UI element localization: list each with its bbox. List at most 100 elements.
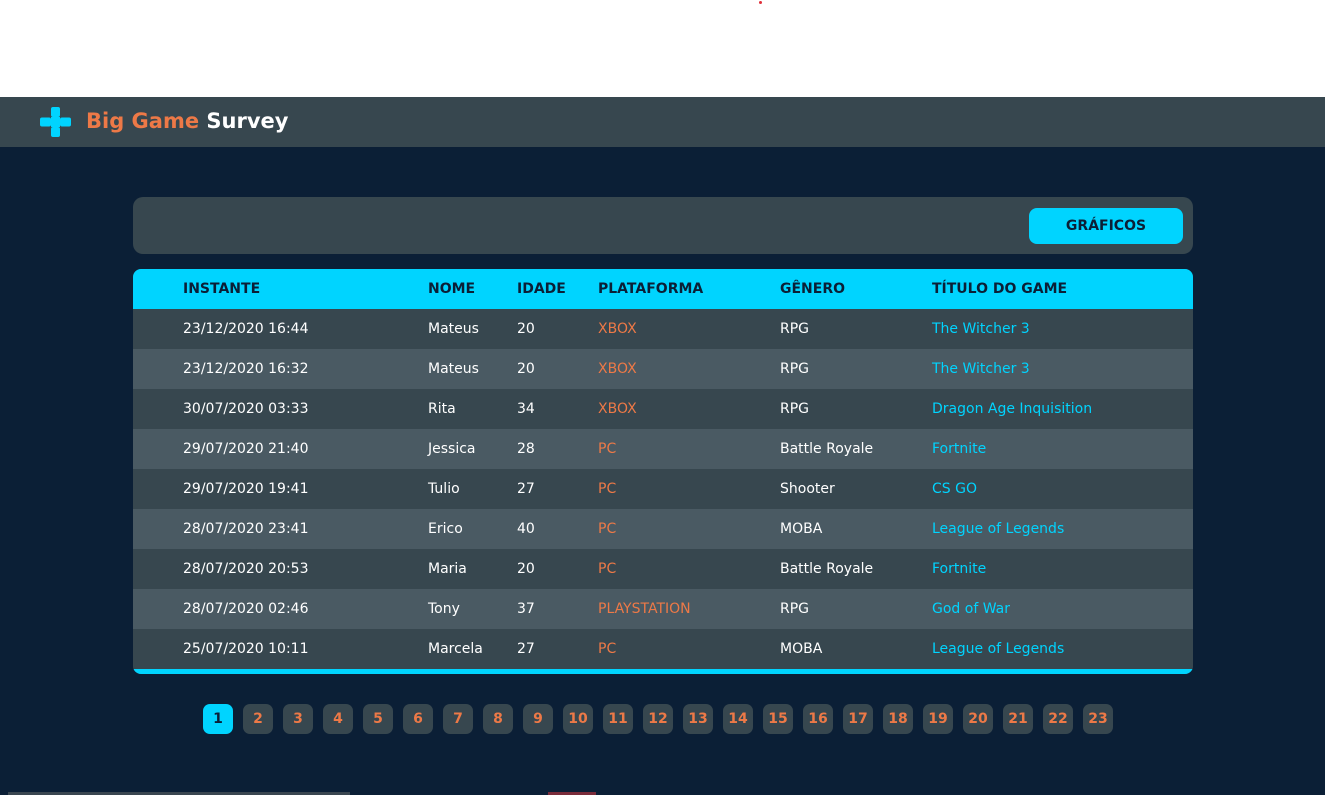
page-button-2[interactable]: 2 bbox=[243, 704, 273, 734]
table-row: 25/07/2020 10:11 Marcela 27 PC MOBA Leag… bbox=[133, 629, 1193, 669]
cell-plataforma: PC bbox=[598, 641, 617, 657]
page-button-22[interactable]: 22 bbox=[1043, 704, 1073, 734]
page-button-1[interactable]: 1 bbox=[203, 704, 233, 734]
red-dot bbox=[759, 1, 762, 4]
cell-genero: RPG bbox=[780, 361, 810, 377]
cell-instante: 23/12/2020 16:44 bbox=[183, 321, 309, 337]
cell-nome: Marcela bbox=[428, 641, 483, 657]
pagination: 1 2 3 4 5 6 7 8 9 10 11 12 13 14 15 16 1… bbox=[203, 704, 1113, 734]
table-bottom-border bbox=[133, 669, 1193, 674]
page-button-5[interactable]: 5 bbox=[363, 704, 393, 734]
cell-nome: Tony bbox=[428, 601, 460, 617]
page-button-10[interactable]: 10 bbox=[563, 704, 593, 734]
cell-titulo: CS GO bbox=[932, 481, 977, 497]
cell-titulo: Fortnite bbox=[932, 441, 987, 457]
cell-nome: Rita bbox=[428, 401, 456, 417]
cell-genero: RPG bbox=[780, 401, 810, 417]
page-button-4[interactable]: 4 bbox=[323, 704, 353, 734]
cell-nome: Tulio bbox=[428, 481, 460, 497]
cell-nome: Mateus bbox=[428, 361, 479, 377]
header-instante: INSTANTE bbox=[183, 281, 261, 297]
page-button-23[interactable]: 23 bbox=[1083, 704, 1113, 734]
header-nome: NOME bbox=[428, 281, 476, 297]
brand-part2: Survey bbox=[206, 109, 289, 133]
cell-idade: 20 bbox=[517, 361, 535, 377]
page-button-16[interactable]: 16 bbox=[803, 704, 833, 734]
page-button-18[interactable]: 18 bbox=[883, 704, 913, 734]
cell-plataforma: PC bbox=[598, 521, 617, 537]
page-button-13[interactable]: 13 bbox=[683, 704, 713, 734]
table-row: 29/07/2020 19:41 Tulio 27 PC Shooter CS … bbox=[133, 469, 1193, 509]
cell-genero: RPG bbox=[780, 321, 810, 337]
records-table-container: INSTANTE NOME IDADE PLATAFORMA GÊNERO TÍ… bbox=[133, 269, 1193, 674]
cell-titulo: League of Legends bbox=[932, 641, 1065, 657]
cell-nome: Erico bbox=[428, 521, 463, 537]
header-idade: IDADE bbox=[517, 281, 566, 297]
table-row: 29/07/2020 21:40 Jessica 28 PC Battle Ro… bbox=[133, 429, 1193, 469]
cell-genero: MOBA bbox=[780, 521, 823, 537]
cell-plataforma: XBOX bbox=[598, 361, 637, 377]
table-header-row: INSTANTE NOME IDADE PLATAFORMA GÊNERO TÍ… bbox=[133, 269, 1193, 309]
cell-nome: Mateus bbox=[428, 321, 479, 337]
cell-plataforma: XBOX bbox=[598, 401, 637, 417]
browser-blank-area bbox=[0, 0, 1325, 97]
cell-titulo: The Witcher 3 bbox=[932, 361, 1030, 377]
cell-instante: 30/07/2020 03:33 bbox=[183, 401, 309, 417]
cell-instante: 23/12/2020 16:32 bbox=[183, 361, 309, 377]
cell-idade: 34 bbox=[517, 401, 535, 417]
cell-titulo: Dragon Age Inquisition bbox=[932, 401, 1093, 417]
cell-genero: Shooter bbox=[780, 481, 835, 497]
cell-instante: 28/07/2020 23:41 bbox=[183, 521, 309, 537]
cell-idade: 28 bbox=[517, 441, 535, 457]
table-row: 30/07/2020 03:33 Rita 34 XBOX RPG Dragon… bbox=[133, 389, 1193, 429]
page-button-19[interactable]: 19 bbox=[923, 704, 953, 734]
table-row: 28/07/2020 23:41 Erico 40 PC MOBA League… bbox=[133, 509, 1193, 549]
cell-plataforma: XBOX bbox=[598, 321, 637, 337]
page-button-14[interactable]: 14 bbox=[723, 704, 753, 734]
cell-instante: 29/07/2020 19:41 bbox=[183, 481, 309, 497]
page-button-11[interactable]: 11 bbox=[603, 704, 633, 734]
cell-plataforma: PC bbox=[598, 481, 617, 497]
cell-idade: 20 bbox=[517, 321, 535, 337]
page-button-20[interactable]: 20 bbox=[963, 704, 993, 734]
header-genero: GÊNERO bbox=[780, 281, 846, 297]
cell-nome: Maria bbox=[428, 561, 467, 577]
header-plataforma: PLATAFORMA bbox=[598, 281, 704, 297]
cell-nome: Jessica bbox=[428, 441, 476, 457]
cell-genero: Battle Royale bbox=[780, 441, 874, 457]
table-row: 23/12/2020 16:44 Mateus 20 XBOX RPG The … bbox=[133, 309, 1193, 349]
page-button-6[interactable]: 6 bbox=[403, 704, 433, 734]
page-button-21[interactable]: 21 bbox=[1003, 704, 1033, 734]
cell-instante: 25/07/2020 10:11 bbox=[183, 641, 309, 657]
page-button-7[interactable]: 7 bbox=[443, 704, 473, 734]
cell-plataforma: PC bbox=[598, 441, 617, 457]
table-row: 23/12/2020 16:32 Mateus 20 XBOX RPG The … bbox=[133, 349, 1193, 389]
cell-instante: 29/07/2020 21:40 bbox=[183, 441, 309, 457]
cell-idade: 27 bbox=[517, 481, 535, 497]
page-button-12[interactable]: 12 bbox=[643, 704, 673, 734]
cell-titulo: God of War bbox=[932, 601, 1010, 617]
cell-idade: 20 bbox=[517, 561, 535, 577]
cell-genero: Battle Royale bbox=[780, 561, 874, 577]
gamepad-dpad-icon bbox=[40, 107, 71, 137]
cell-idade: 27 bbox=[517, 641, 535, 657]
cell-genero: RPG bbox=[780, 601, 810, 617]
brand-part1: Big Game bbox=[86, 109, 200, 133]
cell-titulo: Fortnite bbox=[932, 561, 987, 577]
cell-plataforma: PC bbox=[598, 561, 617, 577]
records-table: INSTANTE NOME IDADE PLATAFORMA GÊNERO TÍ… bbox=[133, 269, 1193, 669]
page-button-9[interactable]: 9 bbox=[523, 704, 553, 734]
cell-titulo: The Witcher 3 bbox=[932, 321, 1030, 337]
cell-plataforma: PLAYSTATION bbox=[598, 601, 691, 617]
page-button-17[interactable]: 17 bbox=[843, 704, 873, 734]
page-button-3[interactable]: 3 bbox=[283, 704, 313, 734]
page-button-8[interactable]: 8 bbox=[483, 704, 513, 734]
cell-idade: 37 bbox=[517, 601, 535, 617]
cell-instante: 28/07/2020 02:46 bbox=[183, 601, 309, 617]
cell-genero: MOBA bbox=[780, 641, 823, 657]
cell-titulo: League of Legends bbox=[932, 521, 1065, 537]
cell-idade: 40 bbox=[517, 521, 535, 537]
page-button-15[interactable]: 15 bbox=[763, 704, 793, 734]
graphs-button[interactable]: GRÁFICOS bbox=[1029, 208, 1183, 244]
brand-logo[interactable]: Big Game Survey bbox=[86, 108, 288, 135]
